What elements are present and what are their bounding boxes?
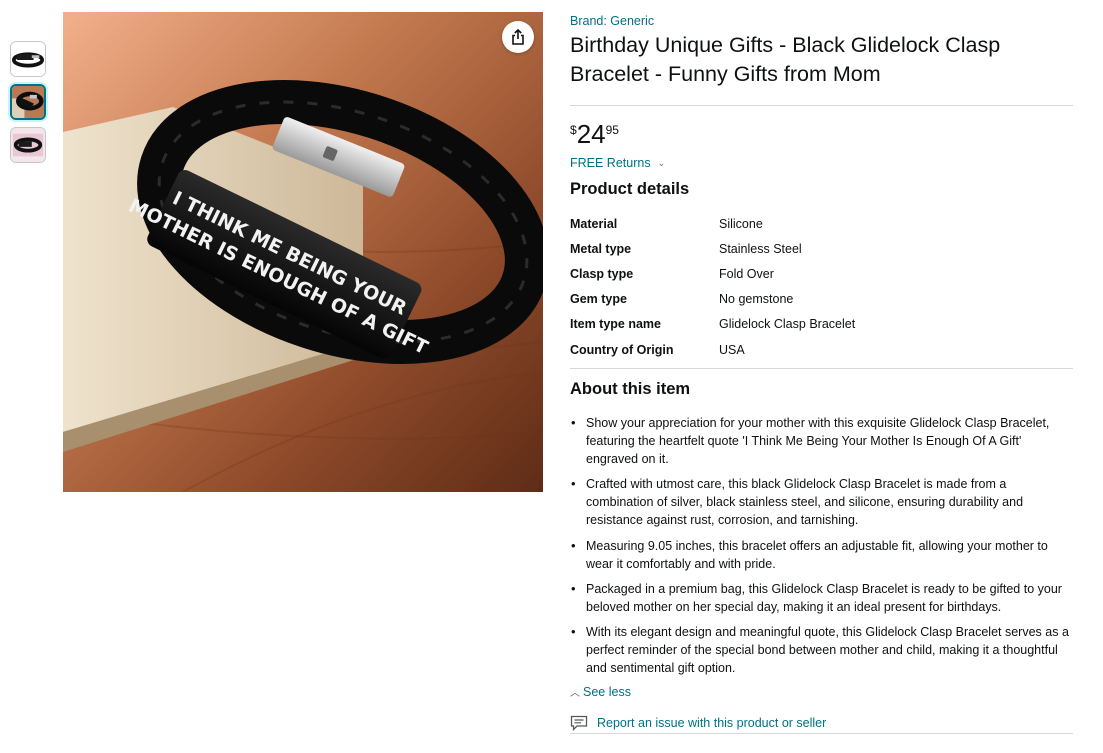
price-symbol: $ bbox=[570, 123, 577, 137]
see-less-label: See less bbox=[583, 684, 631, 699]
chevron-up-icon: ︿ bbox=[570, 688, 580, 700]
see-less-link[interactable]: ︿ See less bbox=[570, 684, 1074, 700]
table-row: Country of Origin USA bbox=[570, 337, 855, 362]
thumbnail-1[interactable] bbox=[10, 41, 46, 77]
bracelet-photo: I THINK ME BEING YOUR MOTHER IS ENOUGH O… bbox=[63, 12, 543, 492]
about-bullets: Show your appreciation for your mother w… bbox=[570, 414, 1074, 677]
thumbnail-2[interactable] bbox=[10, 84, 46, 120]
spec-key: Material bbox=[570, 216, 618, 231]
spec-key: Metal type bbox=[570, 241, 632, 256]
spec-key: Clasp type bbox=[570, 266, 634, 281]
table-row: Item type name Glidelock Clasp Bracelet bbox=[570, 312, 855, 337]
list-item: Measuring 9.05 inches, this bracelet off… bbox=[570, 537, 1074, 573]
list-item: Show your appreciation for your mother w… bbox=[570, 414, 1074, 468]
price-whole: 24 bbox=[576, 119, 606, 149]
spec-value: Glidelock Clasp Bracelet bbox=[719, 317, 856, 332]
product-title: Birthday Unique Gifts - Black Glidelock … bbox=[570, 33, 1001, 86]
thumbnail-strip bbox=[10, 41, 46, 170]
list-item: Crafted with utmost care, this black Gli… bbox=[570, 475, 1074, 529]
free-returns-label: FREE Returns bbox=[570, 156, 651, 170]
list-item: With its elegant design and meaningful q… bbox=[570, 623, 1074, 677]
spec-value: No gemstone bbox=[719, 292, 794, 307]
share-button[interactable] bbox=[502, 21, 534, 53]
brand-link[interactable]: Brand: Generic bbox=[570, 14, 1074, 28]
share-icon bbox=[512, 29, 524, 45]
free-returns-link[interactable]: FREE Returns ⌄ bbox=[570, 156, 1074, 170]
bracelet-box-thumbnail-icon bbox=[11, 128, 45, 162]
spec-key: Gem type bbox=[570, 292, 627, 307]
report-icon bbox=[570, 715, 588, 732]
spec-value: Stainless Steel bbox=[719, 241, 802, 256]
about-heading: About this item bbox=[570, 380, 691, 399]
price: $ 24 95 bbox=[570, 121, 1074, 147]
report-issue-label: Report an issue with this product or sel… bbox=[597, 716, 827, 731]
chevron-down-icon: ⌄ bbox=[657, 157, 666, 168]
spec-value: Fold Over bbox=[719, 266, 774, 281]
report-issue-link[interactable]: Report an issue with this product or sel… bbox=[570, 715, 1074, 732]
spec-value: USA bbox=[719, 342, 745, 357]
product-details-table: Material Silicone Metal type Stainless S… bbox=[570, 211, 855, 362]
product-details-heading: Product details bbox=[570, 180, 690, 198]
table-row: Gem type No gemstone bbox=[570, 287, 855, 312]
price-fraction: 95 bbox=[605, 123, 619, 137]
spec-value: Silicone bbox=[719, 216, 763, 231]
spec-key: Country of Origin bbox=[570, 342, 674, 357]
divider bbox=[570, 368, 1073, 370]
table-row: Material Silicone bbox=[570, 211, 855, 236]
thumbnail-3[interactable] bbox=[10, 127, 46, 163]
table-row: Metal type Stainless Steel bbox=[570, 236, 855, 261]
table-row: Clasp type Fold Over bbox=[570, 261, 855, 286]
divider bbox=[570, 105, 1073, 106]
main-product-image[interactable]: I THINK ME BEING YOUR MOTHER IS ENOUGH O… bbox=[63, 12, 543, 492]
spec-key: Item type name bbox=[570, 317, 662, 332]
bracelet-thumbnail-icon bbox=[11, 42, 45, 76]
product-detail-panel: Brand: Generic Birthday Unique Gifts - B… bbox=[570, 12, 1074, 735]
divider bbox=[570, 733, 1073, 735]
bracelet-thumbnail-icon bbox=[12, 86, 44, 118]
list-item: Packaged in a premium bag, this Glideloc… bbox=[570, 580, 1074, 616]
